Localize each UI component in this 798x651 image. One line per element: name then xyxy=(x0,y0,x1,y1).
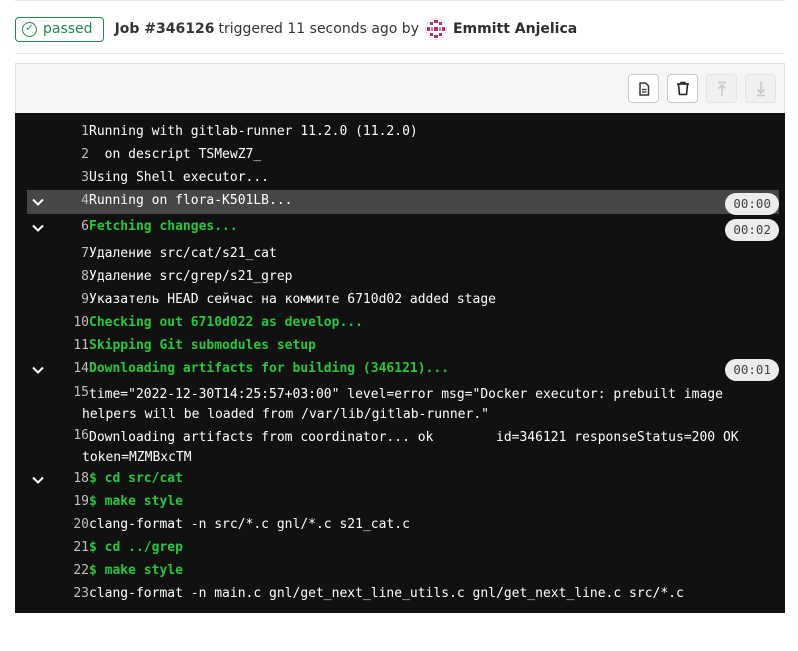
line-number[interactable]: 18 xyxy=(45,471,89,486)
log-line: 16 Downloading artifacts from coordinato… xyxy=(27,427,779,469)
top-divider xyxy=(15,0,785,1)
log-section-header[interactable]: 4 Running on flora-K501LB... 00:00 xyxy=(27,190,779,215)
line-text: Running on flora-K501LB... xyxy=(89,193,293,208)
show-raw-button[interactable] xyxy=(628,74,659,103)
line-text: $ make style xyxy=(89,563,183,578)
job-header: ✓ passed Job #346126 triggered 11 second… xyxy=(15,16,785,42)
check-circle-icon: ✓ xyxy=(22,21,37,37)
log-line: 21 $ cd ../grep xyxy=(27,537,779,560)
line-number[interactable]: 23 xyxy=(45,586,89,601)
section-duration-badge: 00:00 xyxy=(725,193,779,215)
line-text: Skipping Git submodules setup xyxy=(89,338,316,353)
log-line: 8 Удаление src/grep/s21_grep xyxy=(27,266,779,289)
line-text: $ cd ../grep xyxy=(89,540,183,555)
line-number[interactable]: 22 xyxy=(45,563,89,578)
line-text: Удаление src/cat/s21_cat xyxy=(89,246,277,261)
log-line: 15 time="2022-12-30T14:25:57+03:00" leve… xyxy=(27,384,779,426)
log-line: 7 Удаление src/cat/s21_cat xyxy=(27,243,779,266)
line-text: time="2022-12-30T14:25:57+03:00" level=e… xyxy=(82,387,731,422)
status-label: passed xyxy=(43,21,93,37)
line-text: Указатель HEAD сейчас на коммите 6710d02… xyxy=(89,292,496,307)
chevron-down-icon[interactable] xyxy=(31,221,45,235)
line-number[interactable]: 3 xyxy=(45,170,89,185)
header-divider xyxy=(15,53,785,54)
log-line: 19 $ make style xyxy=(27,491,779,514)
scroll-top-button[interactable] xyxy=(706,74,737,103)
log-line: 20 clang-format -n src/*.c gnl/*.c s21_c… xyxy=(27,514,779,537)
line-text: Using Shell executor... xyxy=(89,170,270,185)
status-badge[interactable]: ✓ passed xyxy=(15,16,104,42)
arrow-up-icon xyxy=(717,81,726,96)
log-line: 23 clang-format -n main.c gnl/get_next_l… xyxy=(27,583,779,606)
line-text: clang-format -n src/*.c gnl/*.c s21_cat.… xyxy=(89,517,410,532)
log-section-header[interactable]: 18 $ cd src/cat xyxy=(27,468,779,491)
user-name[interactable]: Emmitt Anjelica xyxy=(453,21,577,37)
scroll-bottom-button[interactable] xyxy=(745,74,776,103)
log-section-header[interactable]: 14 Downloading artifacts for building (3… xyxy=(27,358,779,381)
log-line: 22 $ make style xyxy=(27,560,779,583)
line-number[interactable]: 6 xyxy=(45,219,89,234)
chevron-down-icon[interactable] xyxy=(31,363,45,377)
log-section-header[interactable]: 6 Fetching changes... 00:02 xyxy=(27,216,779,241)
avatar[interactable] xyxy=(424,18,447,40)
job-title: Job #346126 triggered 11 seconds ago by … xyxy=(114,18,577,40)
job-log: 1 Running with gitlab-runner 11.2.0 (11.… xyxy=(15,113,785,613)
line-number[interactable]: 14 xyxy=(45,361,89,376)
line-text: Downloading artifacts for building (3461… xyxy=(89,361,450,376)
job-id: Job #346126 xyxy=(114,21,215,37)
line-text: Downloading artifacts from coordinator..… xyxy=(82,430,747,465)
log-line: 2 on descript TSMewZ7_ xyxy=(27,144,779,167)
line-number[interactable]: 4 xyxy=(45,193,89,208)
chevron-down-icon[interactable] xyxy=(31,195,45,209)
line-text: $ make style xyxy=(89,494,183,509)
section-duration-badge: 00:02 xyxy=(725,219,779,241)
line-number[interactable]: 10 xyxy=(45,315,89,330)
line-number[interactable]: 9 xyxy=(45,292,89,307)
file-text-icon xyxy=(638,81,649,96)
triggered-text: triggered 11 seconds ago by xyxy=(218,21,419,37)
line-text: Checking out 6710d022 as develop... xyxy=(89,315,363,330)
line-text: Удаление src/grep/s21_grep xyxy=(89,269,293,284)
line-number[interactable]: 20 xyxy=(45,517,89,532)
line-number[interactable]: 7 xyxy=(45,246,89,261)
chevron-down-icon[interactable] xyxy=(31,473,45,487)
trash-icon xyxy=(676,81,689,96)
line-number[interactable]: 21 xyxy=(45,540,89,555)
line-text: Running with gitlab-runner 11.2.0 (11.2.… xyxy=(89,124,418,139)
line-text: clang-format -n main.c gnl/get_next_line… xyxy=(89,586,684,601)
line-text: on descript TSMewZ7_ xyxy=(89,147,262,162)
line-number[interactable]: 2 xyxy=(45,147,89,162)
log-line: 9 Указатель HEAD сейчас на коммите 6710d… xyxy=(27,289,779,312)
line-number[interactable]: 1 xyxy=(45,124,89,139)
section-duration-badge: 00:01 xyxy=(725,359,779,381)
erase-log-button[interactable] xyxy=(667,74,698,103)
line-number[interactable]: 8 xyxy=(45,269,89,284)
log-line: 10 Checking out 6710d022 as develop... xyxy=(27,312,779,335)
log-line: 3 Using Shell executor... xyxy=(27,167,779,190)
line-number[interactable]: 11 xyxy=(45,338,89,353)
arrow-down-icon xyxy=(756,81,765,96)
log-line: 1 Running with gitlab-runner 11.2.0 (11.… xyxy=(27,121,779,144)
line-text: Fetching changes... xyxy=(89,219,238,234)
line-number[interactable]: 19 xyxy=(45,494,89,509)
job-log-toolbar xyxy=(15,63,785,113)
line-text: $ cd src/cat xyxy=(89,471,183,486)
log-line: 11 Skipping Git submodules setup xyxy=(27,335,779,358)
